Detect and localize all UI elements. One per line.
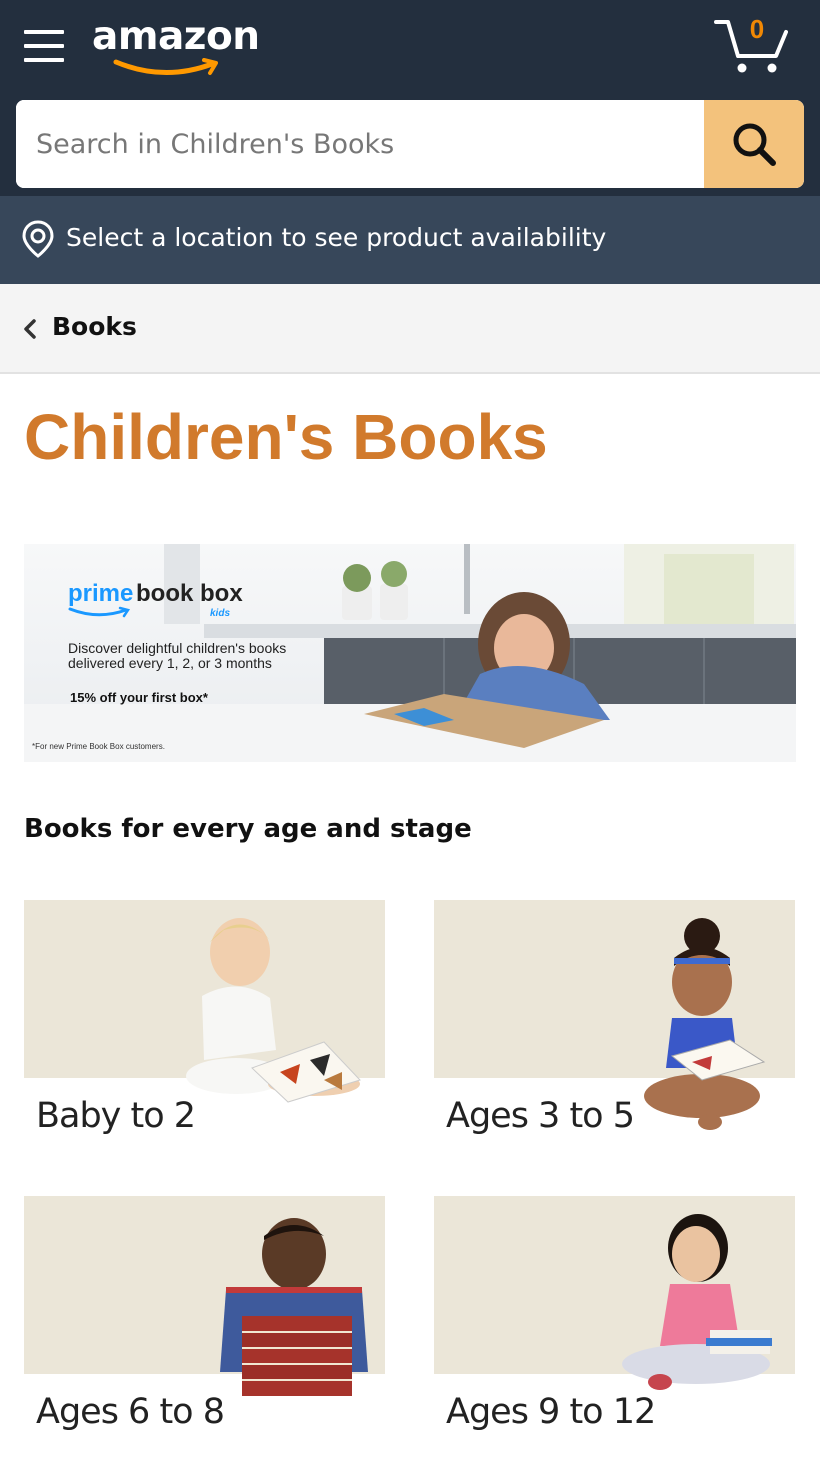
prime-smile-icon [68, 606, 131, 618]
tile-image-middle-grade [434, 1196, 795, 1390]
section-title: Books for every age and stage [24, 814, 472, 844]
girl-with-books-image [622, 1214, 772, 1390]
logo-text: amazon [92, 14, 260, 59]
cart-count-badge: 0 [749, 14, 765, 44]
location-bar[interactable]: Select a location to see product availab… [0, 196, 820, 284]
baby-reading-image [186, 918, 361, 1103]
tile-label: Ages 6 to 8 [36, 1392, 225, 1432]
search-button[interactable] [704, 100, 804, 188]
banner-brand-prime: prime [68, 580, 134, 607]
tile-image-preschool [434, 900, 795, 1130]
chevron-left-icon [24, 319, 36, 339]
amazon-logo[interactable]: amazon [92, 14, 262, 80]
age-tile-ages-6-to-8[interactable]: Ages 6 to 8 [24, 1196, 385, 1456]
tile-label: Ages 9 to 12 [446, 1392, 656, 1432]
age-tile-ages-9-to-12[interactable]: Ages 9 to 12 [434, 1196, 795, 1456]
cart-button[interactable]: 0 [714, 14, 788, 76]
boy-with-books-image [220, 1218, 368, 1396]
breadcrumb[interactable]: Books [0, 284, 820, 374]
logo-smile-icon [113, 58, 218, 76]
age-tile-ages-3-to-5[interactable]: Ages 3 to 5 [434, 900, 795, 1160]
age-tile-baby-to-2[interactable]: Baby to 2 [24, 900, 385, 1160]
location-text: Select a location to see product availab… [66, 223, 607, 252]
location-pin-icon [22, 220, 54, 258]
banner-footnote: *For new Prime Book Box customers. [32, 742, 165, 751]
search-bar [16, 100, 804, 188]
page-title: Children's Books [24, 401, 548, 473]
banner-line-1: Discover delightful children's books [68, 640, 287, 656]
prime-book-box-banner[interactable]: prime book box kids Discover delightful … [24, 544, 796, 762]
search-input[interactable] [16, 100, 704, 188]
hamburger-menu-icon[interactable] [24, 28, 64, 64]
tile-label: Ages 3 to 5 [446, 1096, 635, 1136]
tile-label: Baby to 2 [36, 1096, 196, 1136]
banner-offer: 15% off your first box* [70, 690, 208, 705]
tile-image-baby [24, 900, 385, 1103]
top-header: amazon 0 [0, 0, 820, 196]
banner-brand-bookbox: book box [136, 580, 243, 607]
search-icon [733, 123, 776, 166]
breadcrumb-label: Books [52, 312, 137, 341]
banner-brand-kids: kids [210, 608, 231, 619]
tile-image-early-reader [24, 1196, 385, 1396]
banner-line-2: delivered every 1, 2, or 3 months [68, 655, 272, 671]
